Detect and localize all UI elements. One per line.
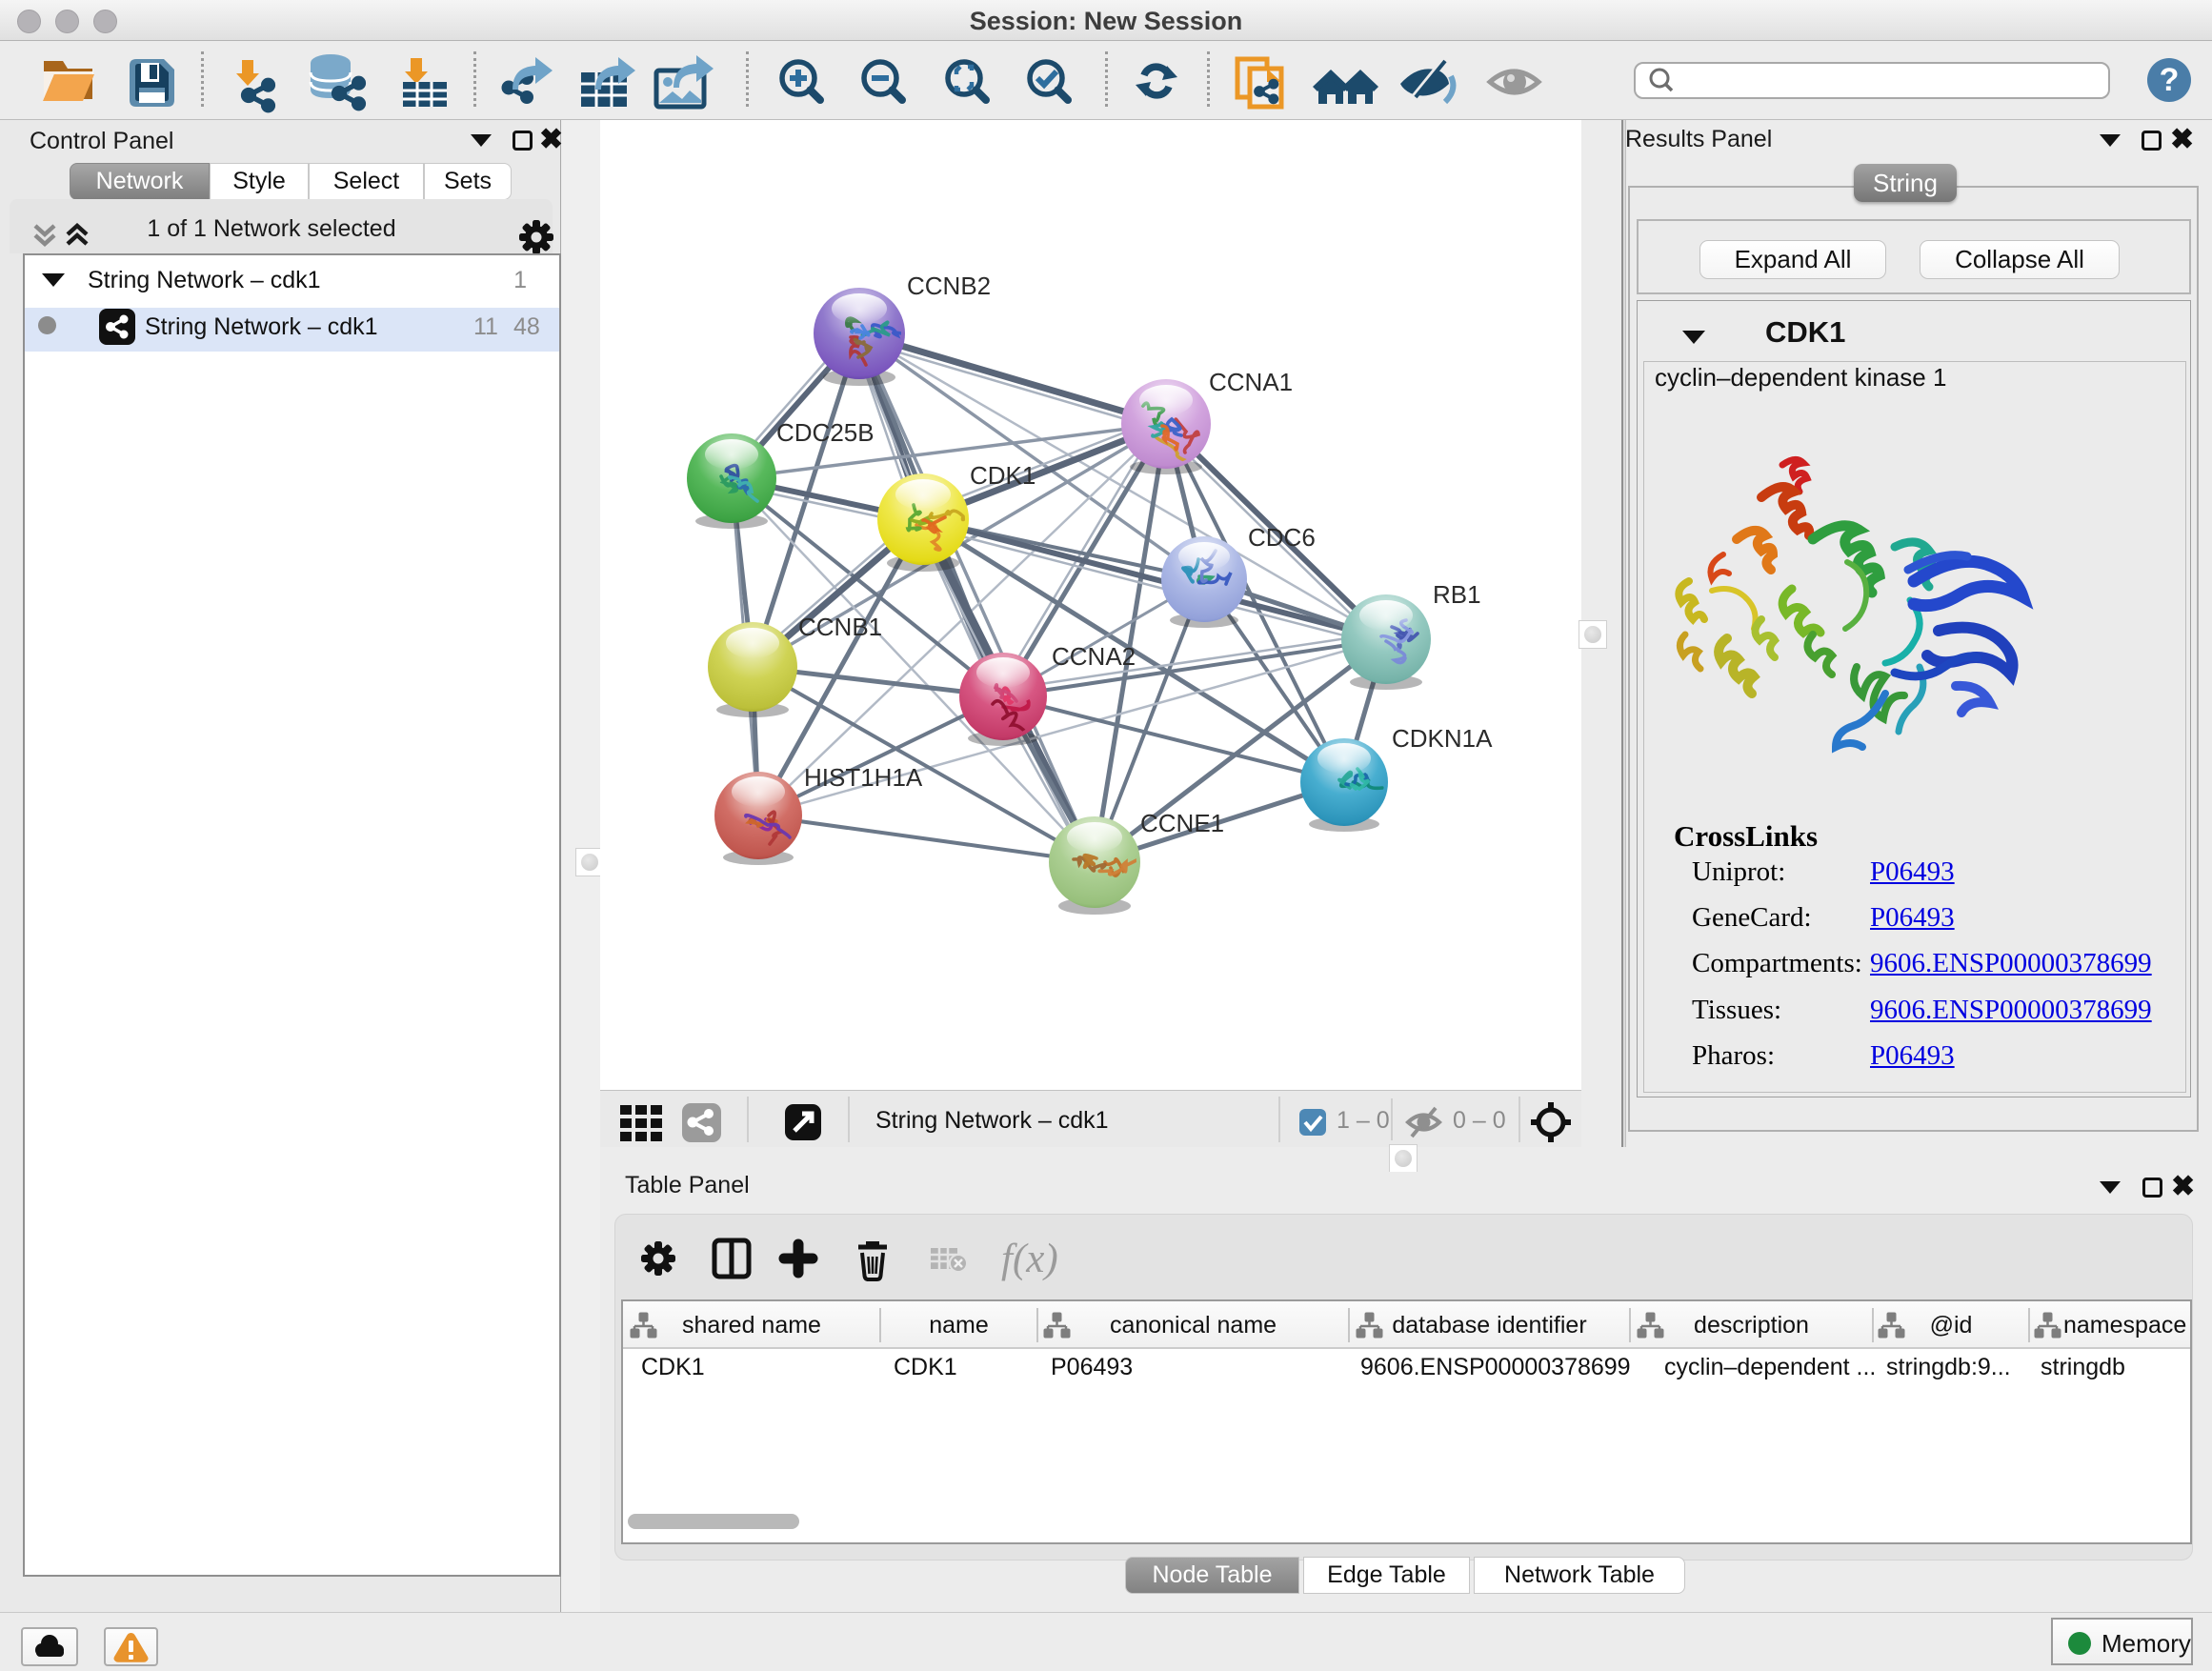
- svg-text:CCNB2: CCNB2: [907, 272, 991, 300]
- svg-text:HIST1H1A: HIST1H1A: [804, 763, 923, 792]
- svg-text:CCNE1: CCNE1: [1140, 809, 1224, 837]
- svg-text:CCNB1: CCNB1: [798, 613, 882, 641]
- svg-text:CDK1: CDK1: [970, 461, 1036, 490]
- svg-text:RB1: RB1: [1433, 580, 1481, 609]
- svg-text:CCNA2: CCNA2: [1052, 642, 1136, 671]
- svg-text:CDKN1A: CDKN1A: [1392, 724, 1493, 753]
- svg-text:f(x): f(x): [1001, 1237, 1058, 1281]
- svg-text:CDC25B: CDC25B: [776, 418, 875, 447]
- svg-text:CCNA1: CCNA1: [1209, 368, 1293, 396]
- svg-text:CDC6: CDC6: [1248, 523, 1316, 552]
